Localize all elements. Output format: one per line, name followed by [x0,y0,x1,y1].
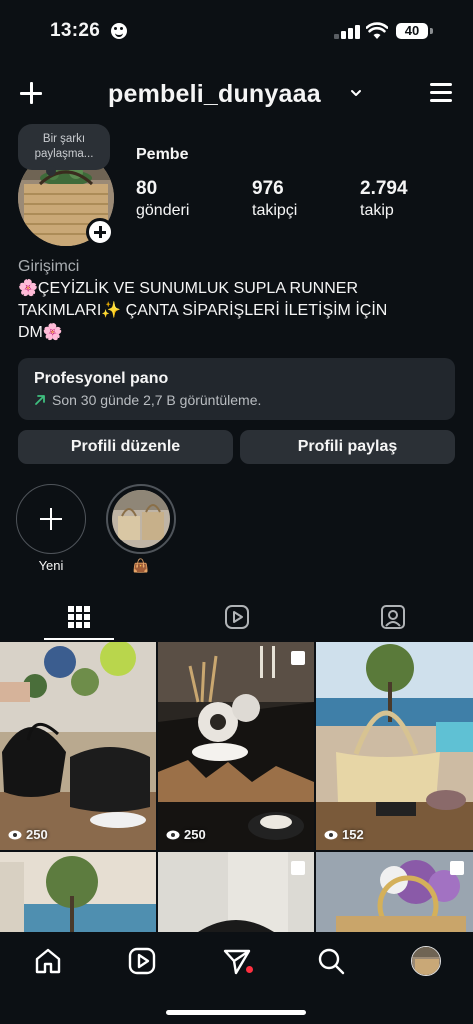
note-bubble[interactable]: Bir şarkı paylaşma... [18,124,110,176]
highlight-label: 👜 [132,558,150,573]
focus-smiley-icon [111,23,127,39]
post-thumbnail[interactable]: 250 [0,642,156,850]
post-thumbnail[interactable]: 250 [158,642,314,850]
grid-icon [68,606,90,628]
post-thumbnail[interactable] [158,852,314,932]
battery-tip [430,28,433,34]
post-thumbnail[interactable] [0,852,156,932]
posts-grid: 250 250 152 [0,642,473,932]
profile-header: pembeli_dunyaaa [0,70,473,116]
create-plus-icon[interactable] [16,78,46,108]
highlight-label: Yeni [38,558,64,573]
eye-icon [324,830,338,839]
status-bar: 13:26 40 [0,0,473,62]
bio-line: TAKIMLARI✨ ÇANTA SİPARİŞLERİ İLETİŞİM İÇ… [18,302,388,319]
display-name: Pembe [136,146,189,163]
post-thumbnail[interactable] [316,852,473,932]
post-thumbnail[interactable]: 152 [316,642,473,850]
stat-posts[interactable]: 80 gönderi [136,178,189,220]
tab-grid[interactable] [0,596,157,642]
trend-arrow-icon [35,395,45,405]
view-count-text: 250 [26,827,48,842]
stat-following[interactable]: 2.794 takip [360,178,408,220]
stat-following-label: takip [360,202,394,219]
pro-dashboard-subtitle: Son 30 günde 2,7 B görüntüleme. [52,392,262,408]
search-icon[interactable] [316,946,346,976]
carousel-icon [291,651,305,665]
pro-dashboard-title: Profesyonel pano [34,370,169,387]
tab-tagged[interactable] [316,596,473,642]
active-tab-indicator [44,638,114,640]
add-story-plus-icon[interactable] [86,218,114,246]
eye-icon [8,830,22,839]
bio-line: 🌸ÇEYİZLİK VE SUNUMLUK SUPLA RUNNER [18,280,358,297]
view-count: 250 [166,827,206,842]
profile-avatar[interactable] [411,946,441,976]
cellular-signal-icon [334,24,360,39]
stat-followers-label: takipçi [252,202,298,219]
share-profile-button[interactable]: Profili paylaş [240,430,455,464]
highlight-bags[interactable] [106,484,176,554]
view-count: 152 [324,827,364,842]
home-icon[interactable] [33,946,63,976]
stat-followers-count: 976 [252,178,284,199]
tagged-icon [381,605,405,629]
carousel-icon [291,861,305,875]
professional-dashboard-card[interactable]: Profesyonel pano Son 30 günde 2,7 B görü… [18,358,455,420]
stat-followers[interactable]: 976 takipçi [252,178,297,220]
view-count-text: 250 [184,827,206,842]
profile-tabs [0,596,473,642]
stat-posts-label: gönderi [136,202,190,219]
stat-following-count: 2.794 [360,178,408,199]
reels-icon [225,605,249,629]
eye-icon [166,830,180,839]
battery-indicator: 40 [396,23,428,39]
reels-icon[interactable] [127,946,157,976]
new-highlight-plus-icon[interactable] [16,484,86,554]
home-indicator [166,1010,306,1015]
stat-posts-count: 80 [136,178,158,199]
profile-category: Girişimci [18,258,80,275]
tab-reels[interactable] [158,596,315,642]
status-time: 13:26 [50,20,101,41]
wifi-icon [366,22,388,39]
view-count: 250 [8,827,48,842]
username-switcher[interactable]: pembeli_dunyaaa [108,80,321,109]
bio-line: DM🌸 [18,324,63,341]
carousel-icon [450,861,464,875]
notification-dot [246,966,253,973]
chevron-down-icon[interactable] [349,86,363,100]
profile-bio: 🌸ÇEYİZLİK VE SUNUMLUK SUPLA RUNNER TAKIM… [18,278,458,344]
view-count-text: 152 [342,827,364,842]
edit-profile-button[interactable]: Profili düzenle [18,430,233,464]
menu-hamburger-icon[interactable] [428,80,456,106]
